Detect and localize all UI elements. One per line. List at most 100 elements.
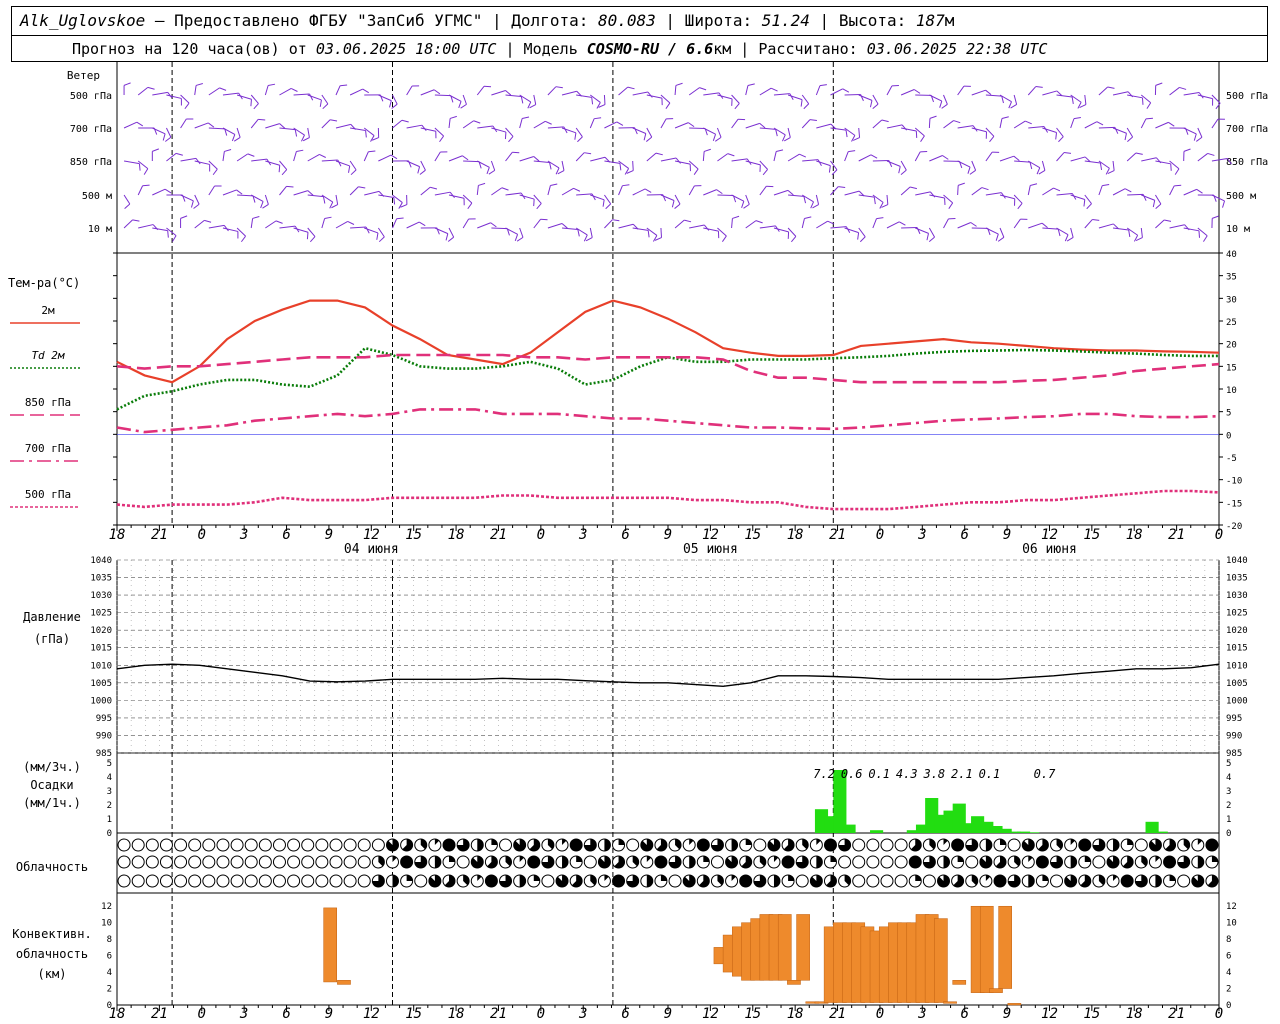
wind-barb	[491, 187, 503, 196]
cloud-symbol	[583, 855, 597, 869]
wind-barb	[180, 194, 194, 202]
cloud-symbol	[159, 838, 173, 852]
time-tick-label: 18	[1126, 527, 1143, 543]
wind-barb	[265, 160, 280, 166]
precip-ytick-label: 4	[1226, 773, 1231, 783]
wind-level-label-left: 10 м	[88, 224, 112, 235]
wind-barb	[1098, 86, 1108, 96]
wind-barb	[335, 85, 341, 96]
meteogram: Alk_Uglovskoe – Предоставлено ФГБУ "ЗапС…	[0, 0, 1280, 1024]
wind-barb-flag	[488, 169, 495, 175]
cloud-cover-wedge	[985, 839, 992, 851]
wind-barb	[505, 127, 514, 137]
wind-level-label-left: 700 гПа	[70, 124, 112, 135]
wind-barb-flag	[536, 203, 542, 210]
cloud-symbol	[696, 838, 710, 852]
wind-barb	[293, 227, 309, 233]
wind-barb	[703, 189, 717, 196]
wind-barb	[604, 121, 618, 129]
wind-barb	[830, 186, 839, 196]
wind-barb	[279, 186, 287, 196]
cloud-symbol	[753, 838, 767, 852]
wind-barb	[1056, 152, 1065, 162]
wind-barb	[1042, 187, 1054, 196]
wind-barb-flag	[533, 156, 540, 162]
wind-barb-flag	[549, 162, 552, 170]
wind-barb	[1155, 121, 1169, 129]
wind-barb	[999, 227, 1005, 238]
wind-barb	[816, 123, 832, 129]
wind-barb-flag	[447, 236, 455, 242]
wind-barb	[1183, 227, 1200, 232]
wind-barb-flag	[1170, 163, 1172, 171]
wind-barb-flag	[1038, 170, 1046, 175]
cloud-symbol	[329, 838, 343, 852]
wind-barb	[547, 185, 551, 196]
conv-ytick-label: 0	[107, 1001, 112, 1011]
wind-barb	[505, 151, 513, 162]
time-tick-label: 12	[1041, 1006, 1058, 1022]
date-label: 04 июня	[344, 542, 399, 557]
wind-barb	[745, 194, 750, 205]
wind-barb	[575, 152, 585, 162]
wind-barb-flag	[783, 137, 791, 142]
wind-barb-flag	[508, 136, 514, 143]
time-tick-label: 15	[1083, 527, 1100, 543]
wind-barb-flag	[1155, 82, 1163, 86]
wind-barb	[660, 227, 662, 238]
cloud-symbol	[626, 838, 640, 852]
wind-barb	[1056, 193, 1073, 196]
wind-barb-flag	[555, 86, 563, 89]
wind-barb	[406, 160, 420, 168]
wind-barb	[971, 127, 987, 133]
wind-barb-flag	[1124, 133, 1127, 141]
cloud-cover-wedge	[1113, 839, 1120, 851]
wind-barb-flag	[872, 103, 879, 109]
temp-legend-label: Td 2м	[31, 349, 64, 362]
wind-barb	[250, 218, 254, 229]
wind-barb-flag	[828, 165, 831, 173]
wind-barb	[477, 160, 490, 168]
wind-barb	[165, 127, 172, 138]
wind-barb-flag	[714, 136, 722, 142]
wind-barb-flag	[250, 99, 252, 107]
wind-barb	[519, 194, 535, 200]
wind-barb	[462, 94, 467, 105]
wind-barb-flag	[319, 154, 326, 158]
cloud-symbol	[216, 855, 230, 869]
cloud-symbol	[258, 855, 272, 869]
wind-barb-flag	[1099, 162, 1103, 170]
cloud-symbol	[202, 855, 216, 869]
wind-barb	[194, 219, 205, 229]
wind-barb	[364, 190, 380, 196]
time-tick-label: 12	[363, 1006, 380, 1022]
wind-barb-flag	[800, 99, 803, 107]
wind-barb-flag	[646, 136, 653, 142]
wind-barb-flag	[876, 217, 884, 220]
cloud-cover-wedge	[477, 839, 484, 851]
pressure-ytick-label: 990	[1226, 731, 1242, 741]
precip-bar	[1154, 831, 1168, 833]
wind-barb	[999, 118, 1003, 129]
wind-barb	[420, 160, 426, 171]
wind-barb-flag	[909, 186, 918, 190]
wind-level-label-right: 700 гПа	[1226, 124, 1268, 135]
conv-ytick-label: 8	[107, 935, 112, 945]
conv-bar	[777, 914, 792, 981]
wind-barb-flag	[350, 169, 357, 176]
wind-barb	[519, 118, 523, 129]
wind-barb-flag	[286, 185, 294, 188]
wind-barb	[462, 120, 474, 129]
cloud-symbol	[272, 874, 286, 888]
cloud-symbol	[1078, 838, 1092, 852]
precip-ytick-label: 2	[1226, 801, 1231, 811]
wind-barb-flag	[812, 204, 819, 209]
cloud-symbol	[230, 838, 244, 852]
temp-ytick-label: -15	[1226, 499, 1242, 509]
time-tick-label: 0	[876, 1006, 884, 1022]
precip-bar	[1026, 832, 1040, 833]
wind-barb	[957, 125, 974, 129]
wind-barb	[208, 185, 215, 196]
wind-barb-flag	[190, 200, 194, 208]
cloud-symbol	[258, 838, 272, 852]
